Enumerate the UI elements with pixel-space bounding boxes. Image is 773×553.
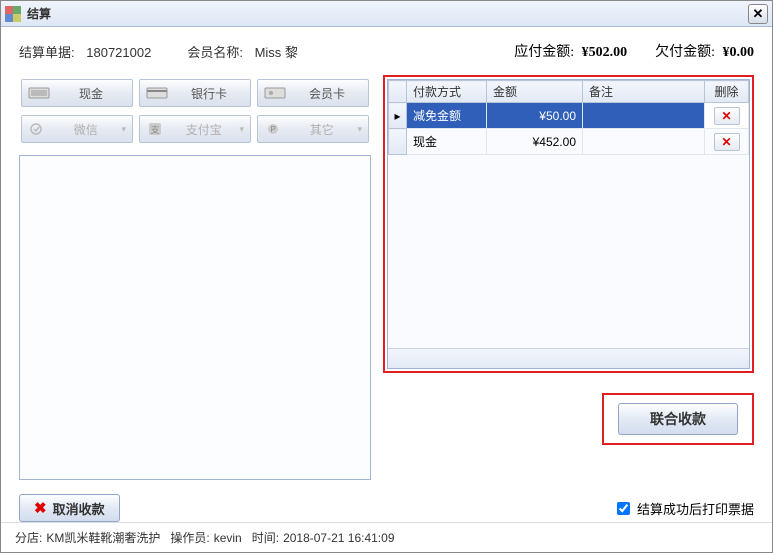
app-icon (5, 6, 21, 22)
alipay-icon: 支 (146, 121, 168, 137)
due-amount-value: ¥502.00 (582, 45, 628, 60)
payments-grid-highlight: 付款方式 金额 备注 删除 ▸ 减免金额 ¥50.00 (383, 75, 754, 373)
cell-amount: ¥50.00 (487, 103, 583, 129)
print-receipt-checkbox[interactable]: 结算成功后打印票据 (613, 499, 754, 518)
membercard-icon (264, 85, 286, 101)
pay-button-wechat[interactable]: 微信 ▾ (21, 115, 133, 143)
col-delete[interactable]: 删除 (705, 81, 749, 103)
delete-row-button[interactable]: ✕ (714, 133, 740, 151)
col-amount[interactable]: 金额 (487, 81, 583, 103)
member-name-label: 会员名称: (187, 45, 243, 60)
table-row[interactable]: ▸ 减免金额 ¥50.00 ✕ (389, 103, 749, 129)
owed-amount-label: 欠付金额: (655, 45, 715, 60)
owed-amount-value: ¥0.00 (723, 45, 755, 60)
cell-amount: ¥452.00 (487, 129, 583, 155)
chevron-down-icon: ▾ (239, 124, 244, 135)
cancel-button-label: 取消收款 (53, 499, 105, 518)
print-receipt-input[interactable] (617, 502, 630, 515)
bankcard-icon (146, 85, 168, 101)
payments-grid[interactable]: 付款方式 金额 备注 删除 ▸ 减免金额 ¥50.00 (387, 79, 750, 369)
pay-button-cash[interactable]: 现金 (21, 79, 133, 107)
cancel-icon: ✖ (34, 499, 47, 517)
close-button[interactable]: ✕ (748, 4, 768, 24)
pay-button-membercard[interactable]: 会员卡 (257, 79, 369, 107)
member-name-value: Miss 黎 (255, 45, 298, 60)
cell-remark (583, 103, 705, 129)
svg-text:P: P (270, 125, 275, 134)
header-row: 结算单据: 180721002 会员名称: Miss 黎 应付金额: ¥502.… (19, 41, 754, 61)
wechat-icon (28, 121, 50, 137)
due-amount-label: 应付金额: (514, 45, 574, 60)
operator-label: 操作员: (170, 531, 209, 545)
col-method[interactable]: 付款方式 (407, 81, 487, 103)
confirm-highlight: 联合收款 (602, 393, 754, 445)
cell-remark (583, 129, 705, 155)
pay-button-label: 微信 (56, 121, 115, 138)
delete-row-button[interactable]: ✕ (714, 107, 740, 125)
table-row[interactable]: 现金 ¥452.00 ✕ (389, 129, 749, 155)
chevron-down-icon: ▾ (357, 124, 362, 135)
confirm-payment-button[interactable]: 联合收款 (618, 403, 738, 435)
grid-corner (389, 81, 407, 103)
pay-button-label: 其它 (292, 121, 351, 138)
order-no-value: 180721002 (86, 45, 151, 60)
operator-value: kevin (214, 531, 242, 545)
pay-button-bankcard[interactable]: 银行卡 (139, 79, 251, 107)
row-marker (389, 129, 407, 155)
cell-method: 现金 (407, 129, 487, 155)
time-value: 2018-07-21 16:41:09 (283, 531, 394, 545)
cancel-payment-button[interactable]: ✖ 取消收款 (19, 494, 120, 522)
other-pay-icon: P (264, 121, 286, 137)
cash-icon (28, 85, 50, 101)
pay-button-other[interactable]: P 其它 ▾ (257, 115, 369, 143)
cell-method: 减免金额 (407, 103, 487, 129)
store-label: 分店: (15, 531, 42, 545)
row-marker: ▸ (389, 103, 407, 129)
pay-button-label: 会员卡 (292, 85, 362, 102)
window-title: 结算 (27, 5, 51, 22)
print-receipt-label: 结算成功后打印票据 (637, 499, 754, 518)
order-no-label: 结算单据: (19, 45, 75, 60)
pay-button-label: 银行卡 (174, 85, 244, 102)
titlebar: 结算 ✕ (1, 1, 772, 27)
settlement-window: 结算 ✕ 结算单据: 180721002 会员名称: Miss 黎 应付金额: … (0, 0, 773, 553)
svg-text:支: 支 (150, 124, 159, 135)
left-list-panel (19, 155, 371, 480)
pay-button-label: 支付宝 (174, 121, 233, 138)
pay-button-label: 现金 (56, 85, 126, 102)
pay-button-alipay[interactable]: 支 支付宝 ▾ (139, 115, 251, 143)
store-value: KM凯米鞋靴潮奢洗护 (46, 531, 160, 545)
statusbar: 分店: KM凯米鞋靴潮奢洗护 操作员: kevin 时间: 2018-07-21 16… (1, 522, 772, 552)
chevron-down-icon: ▾ (121, 124, 126, 135)
grid-footer (388, 348, 749, 368)
col-remark[interactable]: 备注 (583, 81, 705, 103)
time-label: 时间: (252, 531, 279, 545)
